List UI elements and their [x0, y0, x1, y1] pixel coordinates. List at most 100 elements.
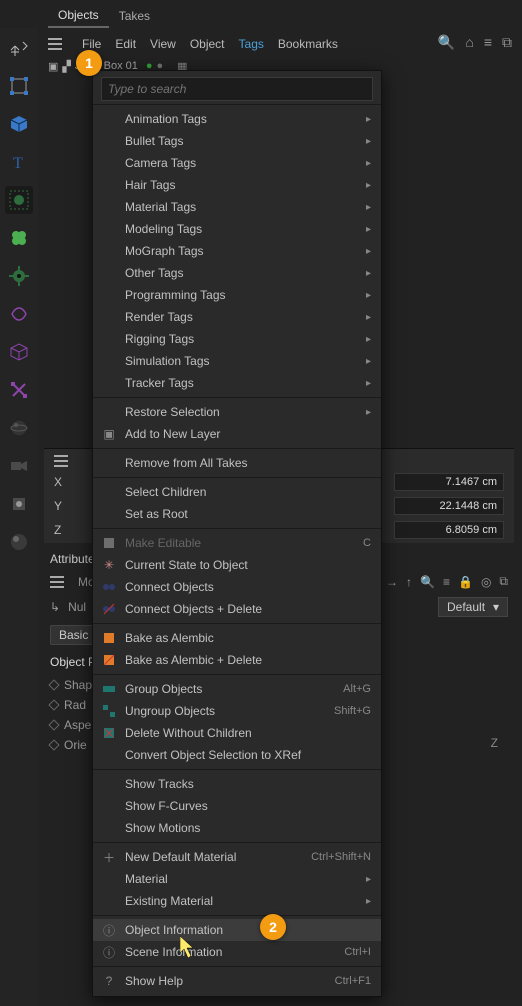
chevron-right-icon: ▸ — [366, 202, 371, 213]
tab-takes[interactable]: Takes — [109, 5, 160, 27]
menu-edit[interactable]: Edit — [115, 37, 136, 51]
submenu-mograph-tags[interactable]: MoGraph Tags▸ — [93, 240, 381, 262]
keyframe-diamond-icon[interactable] — [48, 739, 59, 750]
attr-lock-icon[interactable]: 🔒 — [458, 575, 473, 589]
cursor-icon — [180, 936, 200, 963]
coord-y-value[interactable]: 22.1448 cm — [394, 497, 504, 515]
material-tool-icon[interactable] — [5, 528, 33, 556]
coord-menu-icon[interactable] — [54, 455, 68, 467]
menu-connect-objects-delete[interactable]: Connect Objects + Delete — [93, 598, 381, 620]
submenu-camera-tags[interactable]: Camera Tags▸ — [93, 152, 381, 174]
keyframe-diamond-icon[interactable] — [48, 719, 59, 730]
submenu-bullet-tags[interactable]: Bullet Tags▸ — [93, 130, 381, 152]
menu-bookmarks[interactable]: Bookmarks — [278, 37, 338, 51]
menu-view[interactable]: View — [150, 37, 176, 51]
menu-ungroup-objects[interactable]: Ungroup ObjectsShift+G — [93, 700, 381, 722]
attr-search-icon[interactable]: 🔍 — [420, 575, 435, 589]
submenu-material-tags[interactable]: Material Tags▸ — [93, 196, 381, 218]
submenu-existing-material[interactable]: Existing Material▸ — [93, 890, 381, 912]
keyframe-diamond-icon[interactable] — [48, 699, 59, 710]
alembic-delete-icon — [101, 652, 117, 668]
submenu-modeling-tags[interactable]: Modeling Tags▸ — [93, 218, 381, 240]
submenu-animation-tags[interactable]: Animation Tags▸ — [93, 108, 381, 130]
context-search-input[interactable] — [101, 77, 373, 101]
axis-tool-icon[interactable] — [5, 34, 33, 62]
filter-icon[interactable]: ≡ — [484, 34, 492, 51]
attr-popout-icon[interactable]: ⧉ — [499, 574, 508, 589]
chevron-right-icon: ▸ — [366, 114, 371, 125]
menu-restore-selection[interactable]: Restore Selection▸ — [93, 401, 381, 423]
menu-tags[interactable]: Tags — [239, 37, 264, 51]
menu-show-help[interactable]: ?Show HelpCtrl+F1 — [93, 970, 381, 992]
menu-icon[interactable] — [48, 38, 62, 50]
menu-file[interactable]: File — [82, 37, 101, 51]
coord-y-label: Y — [54, 499, 70, 513]
menu-bake-alembic-delete[interactable]: Bake as Alembic + Delete — [93, 649, 381, 671]
history-fwd-icon[interactable]: → — [386, 575, 398, 589]
gear-tool-icon[interactable] — [5, 262, 33, 290]
menu-bake-alembic[interactable]: Bake as Alembic — [93, 627, 381, 649]
chevron-right-icon: ▸ — [366, 312, 371, 323]
layer-icon: ▞ — [62, 60, 70, 73]
camera-tool-icon[interactable] — [5, 452, 33, 480]
prop-radius-label: Rad — [64, 698, 86, 712]
submenu-tracker-tags[interactable]: Tracker Tags▸ — [93, 372, 381, 394]
coord-x-label: X — [54, 475, 70, 489]
menu-group-objects[interactable]: Group ObjectsAlt+G — [93, 678, 381, 700]
history-up-icon[interactable]: ↑ — [406, 575, 412, 589]
tab-basic[interactable]: Basic — [50, 625, 97, 645]
popout-icon[interactable]: ⧉ — [502, 34, 512, 51]
prop-shape-label: Shap — [64, 678, 92, 692]
submenu-simulation-tags[interactable]: Simulation Tags▸ — [93, 350, 381, 372]
menu-object-information[interactable]: ⓘObject Information — [93, 919, 381, 941]
submenu-hair-tags[interactable]: Hair Tags▸ — [93, 174, 381, 196]
menu-select-children[interactable]: Select Children — [93, 481, 381, 503]
menu-show-motions[interactable]: Show Motions — [93, 817, 381, 839]
light-tool-icon[interactable] — [5, 490, 33, 518]
deformer-tool-icon[interactable] — [5, 338, 33, 366]
menu-connect-objects[interactable]: Connect Objects — [93, 576, 381, 598]
menu-current-state-to-object[interactable]: ✳Current State to Object — [93, 554, 381, 576]
layer-dropdown[interactable]: Default▾ — [438, 597, 508, 617]
menu-set-as-root[interactable]: Set as Root — [93, 503, 381, 525]
coord-z-value[interactable]: 6.8059 cm — [394, 521, 504, 539]
submenu-other-tags[interactable]: Other Tags▸ — [93, 262, 381, 284]
menu-show-tracks[interactable]: Show Tracks — [93, 773, 381, 795]
submenu-render-tags[interactable]: Render Tags▸ — [93, 306, 381, 328]
submenu-rigging-tags[interactable]: Rigging Tags▸ — [93, 328, 381, 350]
info-icon: ⓘ — [101, 922, 117, 938]
menu-object[interactable]: Object — [190, 37, 225, 51]
coord-x-value[interactable]: 7.1467 cm — [394, 473, 504, 491]
chevron-right-icon: ▸ — [366, 334, 371, 345]
search-icon[interactable]: 🔍 — [438, 34, 455, 51]
sphere-tool-icon[interactable] — [5, 414, 33, 442]
attr-target-icon[interactable]: ◎ — [481, 575, 491, 589]
attr-filter-icon[interactable]: ≡ — [443, 575, 450, 589]
new-layer-icon: ▣ — [101, 426, 117, 442]
menu-show-fcurves[interactable]: Show F-Curves — [93, 795, 381, 817]
submenu-programming-tags[interactable]: Programming Tags▸ — [93, 284, 381, 306]
chevron-right-icon: ▸ — [366, 158, 371, 169]
menu-convert-to-xref[interactable]: Convert Object Selection to XRef — [93, 744, 381, 766]
expand-icon[interactable]: ▣ — [48, 60, 58, 73]
selection-tool-icon[interactable] — [5, 186, 33, 214]
chevron-right-icon: ▸ — [366, 874, 371, 885]
tab-objects[interactable]: Objects — [48, 4, 109, 28]
home-icon[interactable]: ⌂ — [465, 34, 473, 51]
menu-new-default-material[interactable]: ＋New Default MaterialCtrl+Shift+N — [93, 846, 381, 868]
text-tool-icon[interactable]: T — [5, 148, 33, 176]
snowflake-icon: ✳ — [101, 557, 117, 573]
attr-menu-icon[interactable] — [50, 576, 64, 588]
cloner-tool-icon[interactable] — [5, 224, 33, 252]
menu-add-to-new-layer[interactable]: ▣Add to New Layer — [93, 423, 381, 445]
keyframe-diamond-icon[interactable] — [48, 679, 59, 690]
submenu-material[interactable]: Material▸ — [93, 868, 381, 890]
field-tool-icon[interactable] — [5, 300, 33, 328]
node-tool-icon[interactable] — [5, 376, 33, 404]
rect-tool-icon[interactable] — [5, 72, 33, 100]
menu-remove-from-all-takes[interactable]: Remove from All Takes — [93, 452, 381, 474]
cube-tool-icon[interactable] — [5, 110, 33, 138]
svg-text:T: T — [13, 155, 23, 172]
menu-scene-information[interactable]: ⓘScene InformationCtrl+I — [93, 941, 381, 963]
menu-delete-without-children[interactable]: Delete Without Children — [93, 722, 381, 744]
